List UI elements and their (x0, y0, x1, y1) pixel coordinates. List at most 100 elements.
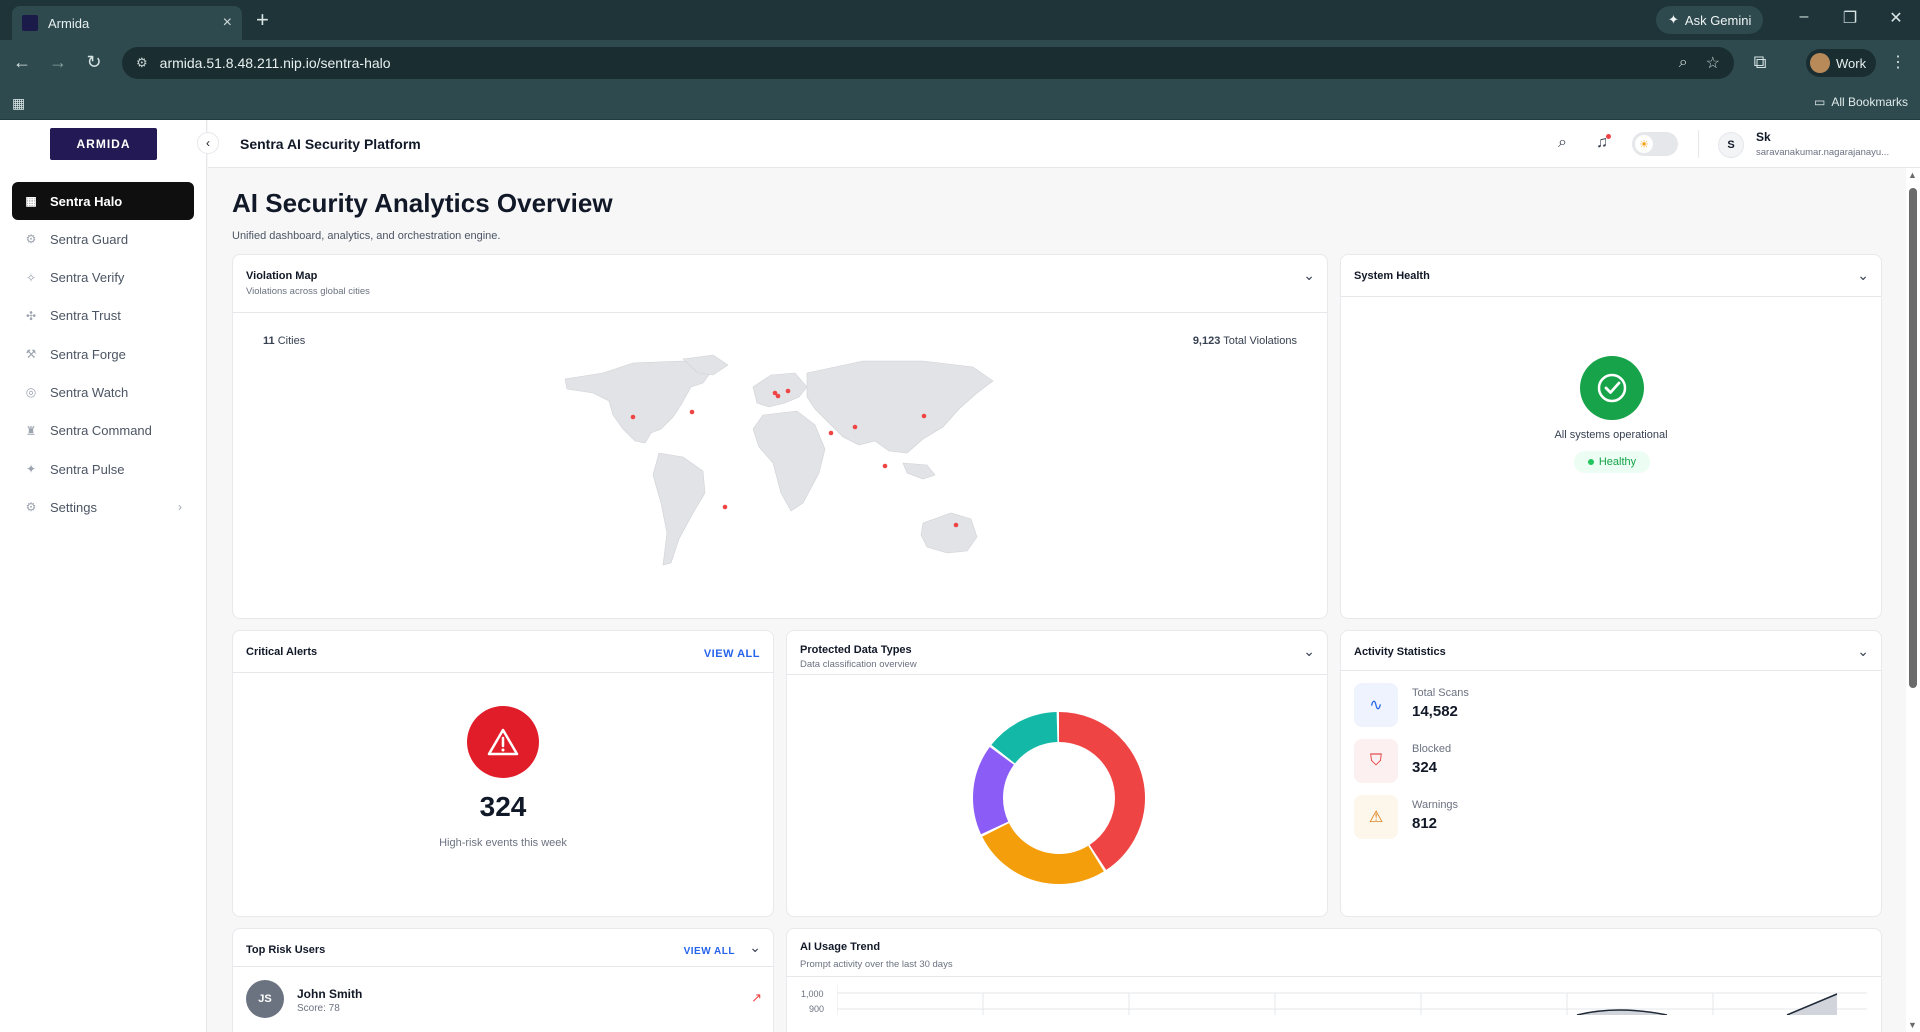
stat-label: Warnings (1412, 799, 1459, 811)
user-avatar[interactable]: S (1718, 132, 1744, 158)
cities-count: 11 Cities (263, 335, 306, 347)
avatar: JS (246, 980, 284, 1018)
pulse-icon: ✦ (25, 462, 37, 477)
search-icon[interactable]: ⌕ (1558, 134, 1567, 152)
trending-up-icon: ↗ (751, 990, 762, 1005)
gemini-icon: ✦ (1668, 12, 1679, 27)
sidebar-item-sentra-halo[interactable]: ▦ Sentra Halo (12, 182, 194, 220)
header-title: Sentra AI Security Platform (240, 136, 421, 152)
protected-data-card: Protected Data Types Data classification… (786, 630, 1328, 917)
warning-icon: ⚠ (1354, 795, 1398, 839)
sidebar-item-sentra-forge[interactable]: ⚒ Sentra Forge (12, 335, 194, 373)
chevron-down-icon[interactable]: ⌄ (749, 939, 761, 956)
stat-row: ⛉ Blocked 324 (1354, 739, 1654, 783)
ask-gemini-button[interactable]: ✦ Ask Gemini (1656, 6, 1764, 34)
close-window-icon[interactable]: ✕ (1876, 8, 1916, 28)
trust-icon: ✣ (25, 308, 37, 323)
usage-trend-chart[interactable] (837, 985, 1867, 1015)
critical-caption: High-risk events this week (439, 837, 567, 849)
bookmark-star-icon[interactable]: ☆ (1706, 53, 1720, 73)
chevron-right-icon: › (178, 500, 182, 515)
address-bar[interactable]: ⚙ armida.51.8.48.211.nip.io/sentra-halo … (122, 47, 1734, 79)
close-icon[interactable]: × (223, 14, 232, 32)
sidebar-nav: ▦ Sentra Halo ⚙ Sentra Guard ✧ Sentra Verify ✣… (12, 182, 194, 527)
sidebar-item-settings[interactable]: ⚙ Settings › (12, 488, 194, 526)
status-dot (1587, 459, 1594, 465)
ask-gemini-label: Ask Gemini (1684, 12, 1752, 28)
armida-logo[interactable]: ARMIDA (50, 128, 157, 160)
stat-label: Total Scans (1412, 687, 1469, 699)
collapse-sidebar-button[interactable]: ‹ (197, 132, 219, 154)
scroll-down-icon[interactable]: ▼ (1908, 1020, 1917, 1030)
scroll-up-icon[interactable]: ▲ (1908, 170, 1917, 180)
card-header: Critical Alerts VIEW ALL (233, 631, 773, 673)
user-email: saravanakumar.nagarajanayu... (1756, 147, 1890, 158)
zoom-icon[interactable]: ⌕ (1679, 54, 1688, 72)
card-header: Top Risk Users VIEW ALL ⌄ (233, 929, 773, 967)
reload-icon[interactable]: ↻ (82, 52, 106, 73)
top-risk-users-card: Top Risk Users VIEW ALL ⌄ JS John Smith … (232, 928, 774, 1032)
status-badge: Healthy (1574, 451, 1650, 473)
data-types-donut-chart[interactable] (973, 712, 1145, 884)
url-text: armida.51.8.48.211.nip.io/sentra-halo (159, 55, 391, 71)
all-bookmarks-button[interactable]: ▭ All Bookmarks (1814, 95, 1908, 109)
sidebar-item-sentra-watch[interactable]: ◎ Sentra Watch (12, 373, 194, 411)
restore-icon[interactable]: ❐ (1830, 8, 1870, 28)
alert-triangle-icon (467, 706, 539, 778)
sidebar-item-label: Settings (50, 499, 97, 515)
watch-icon: ◎ (25, 385, 37, 400)
app: ARMIDA ▦ Sentra Halo ⚙ Sentra Guard ✧ Sentra … (0, 120, 1920, 1032)
sidebar-item-sentra-verify[interactable]: ✧ Sentra Verify (12, 259, 194, 297)
profile-avatar (1810, 53, 1830, 73)
critical-count: 324 (479, 791, 527, 822)
scroll-thumb[interactable] (1909, 188, 1917, 688)
chevron-down-icon[interactable]: ⌄ (1857, 643, 1869, 660)
app-header: Sentra AI Security Platform ⌕ ♫ ☀ S Sk s… (208, 120, 1920, 168)
card-title: Critical Alerts (246, 646, 318, 658)
stat-value: 14,582 (1412, 703, 1458, 720)
profile-button[interactable]: Work (1806, 49, 1877, 77)
back-icon[interactable]: ← (10, 52, 34, 73)
browser-tab[interactable]: Armida × (12, 6, 242, 40)
page-scrollbar[interactable]: ▲ ▼ (1906, 168, 1920, 1032)
sidebar-item-sentra-command[interactable]: ♜ Sentra Command (12, 412, 194, 450)
card-subtitle: Violations across global cities (246, 286, 370, 297)
view-all-alerts-link[interactable]: VIEW ALL (704, 648, 760, 660)
forge-icon: ⚒ (25, 347, 37, 362)
sidebar-item-sentra-pulse[interactable]: ✦ Sentra Pulse (12, 450, 194, 488)
guard-icon: ⚙ (25, 232, 37, 247)
new-tab-button[interactable]: + (256, 8, 269, 32)
all-bookmarks-label: All Bookmarks (1831, 95, 1908, 109)
stat-value: 812 (1412, 815, 1438, 832)
page-title: AI Security Analytics Overview (232, 188, 613, 218)
card-header: Activity Statistics ⌄ (1341, 631, 1881, 671)
chevron-down-icon[interactable]: ⌄ (1303, 643, 1315, 660)
list-item[interactable]: JS John Smith Score: 78 ↗ (246, 980, 762, 1020)
minimize-icon[interactable]: – (1784, 8, 1824, 26)
card-title: System Health (1354, 270, 1430, 282)
menu-icon[interactable]: ⋮ (1890, 52, 1906, 72)
tab-search-icon[interactable]: ⧉ (1748, 52, 1772, 73)
sidebar-item-label: Sentra Guard (50, 231, 129, 247)
sidebar-item-sentra-trust[interactable]: ✣ Sentra Trust (12, 297, 194, 335)
total-violations: 9,123 Total Violations (1192, 335, 1297, 347)
view-all-users-link[interactable]: VIEW ALL (684, 946, 735, 957)
world-map[interactable] (563, 353, 999, 581)
site-info-icon[interactable]: ⚙ (136, 55, 148, 71)
divider (1698, 130, 1699, 158)
settings-icon: ⚙ (25, 500, 37, 515)
user-score: Score: 78 (297, 1003, 340, 1014)
forward-icon[interactable]: → (46, 52, 70, 73)
tab-title: Armida (48, 15, 90, 31)
card-header: AI Usage Trend Prompt activity over the … (787, 929, 1881, 977)
sidebar-item-sentra-guard[interactable]: ⚙ Sentra Guard (12, 220, 194, 258)
sidebar-item-label: Sentra Command (50, 423, 152, 439)
favicon-icon (22, 15, 38, 31)
chevron-down-icon[interactable]: ⌄ (1303, 267, 1315, 284)
user-name[interactable]: Sk (1756, 130, 1771, 144)
verify-icon: ✧ (25, 270, 37, 285)
chevron-down-icon[interactable]: ⌄ (1857, 267, 1869, 284)
y-tick-label: 1,000 (801, 989, 824, 999)
apps-icon[interactable]: ▦ (12, 95, 25, 112)
theme-toggle[interactable]: ☀ (1632, 132, 1678, 156)
